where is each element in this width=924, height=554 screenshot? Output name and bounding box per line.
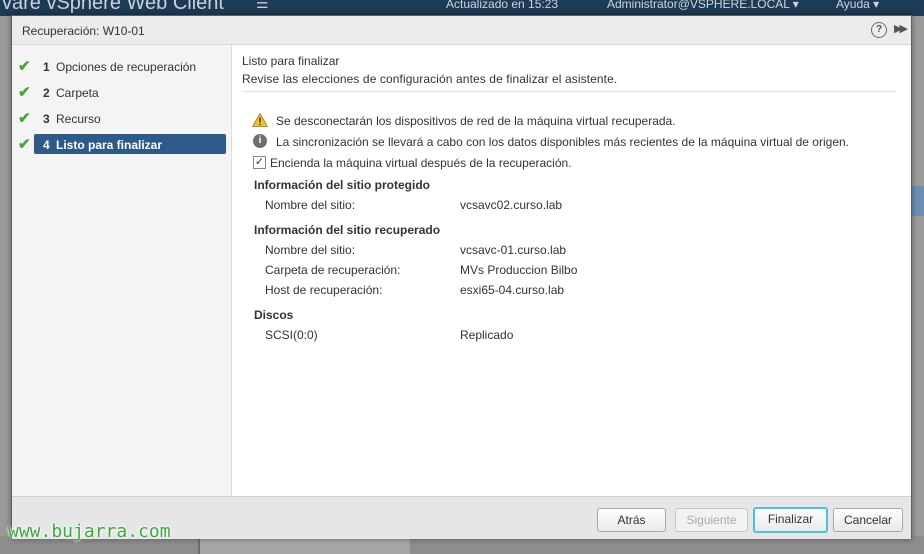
check-icon: ✔ <box>18 84 31 101</box>
power-on-label: Encienda la máquina virtual después de l… <box>270 156 572 170</box>
disk-value: Replicado <box>460 328 514 342</box>
disks-heading: Discos <box>254 308 294 322</box>
divider <box>242 91 896 92</box>
disk-label: SCSI(0:0) <box>265 328 318 342</box>
recovery-host-value: esxi65-04.curso.lab <box>460 283 565 297</box>
recovery-dialog: Recuperación: W10-01 ? ▶▶ ✔ 1 Opciones d… <box>11 15 912 539</box>
check-icon: ✔ <box>18 136 31 153</box>
step-folder[interactable]: ✔ 2 Carpeta <box>12 82 231 102</box>
dialog-titlebar: Recuperación: W10-01 ? ▶▶ <box>12 16 911 45</box>
step-number: 1 <box>43 60 50 74</box>
updated-status: Actualizado en 15:23 <box>446 0 559 11</box>
recovery-folder-label: Carpeta de recuperación: <box>265 263 401 277</box>
recovery-site-heading: Información del sitio recuperado <box>254 223 441 237</box>
warning-icon <box>252 113 268 127</box>
dialog-title: Recuperación: W10-01 <box>22 24 145 38</box>
step-ready-to-complete[interactable]: ✔ 4 Listo para finalizar <box>12 134 231 154</box>
summary-panel: Listo para finalizar Revise las eleccion… <box>232 45 911 496</box>
back-button[interactable]: Atrás <box>597 508 666 532</box>
step-number: 2 <box>43 86 50 100</box>
app-brand: vare vSphere Web Client <box>2 0 224 14</box>
recovery-folder-value: MVs Produccion Bilbo <box>460 263 578 277</box>
cancel-button[interactable]: Cancelar <box>833 508 903 532</box>
info-icon: i <box>253 134 267 148</box>
next-button[interactable]: Siguiente <box>675 508 748 532</box>
recovery-site-name-label: Nombre del sitio: <box>265 243 356 257</box>
menu-icon: ☰ <box>256 0 269 11</box>
protected-site-name-value: vcsavc02.curso.lab <box>460 198 563 212</box>
power-on-checkbox[interactable]: ✓ <box>253 156 266 169</box>
step-resource[interactable]: ✔ 3 Recurso <box>12 108 231 128</box>
user-menu: Administrator@VSPHERE.LOCAL ▾ <box>607 0 799 11</box>
check-icon: ✔ <box>18 110 31 127</box>
warning-text: Se desconectarán los dispositivos de red… <box>276 114 676 128</box>
protected-site-name-label: Nombre del sitio: <box>265 198 356 212</box>
step-label: Opciones de recuperación <box>56 60 197 74</box>
step-label: Carpeta <box>56 86 99 100</box>
page-title: Listo para finalizar <box>242 54 340 68</box>
step-recovery-options[interactable]: ✔ 1 Opciones de recuperación <box>12 56 231 76</box>
watermark: www.bujarra.com <box>8 521 171 542</box>
step-label: Listo para finalizar <box>56 138 163 152</box>
help-menu: Ayuda ▾ <box>836 0 880 11</box>
finish-button[interactable]: Finalizar <box>753 507 828 533</box>
step-number: 3 <box>43 112 50 126</box>
step-number: 4 <box>43 138 50 152</box>
recovery-site-name-value: vcsavc-01.curso.lab <box>460 243 567 257</box>
step-label: Recurso <box>56 112 101 126</box>
app-header: vare vSphere Web Client ☰ Actualizado en… <box>0 0 924 16</box>
info-text: La sincronización se llevará a cabo con … <box>276 135 849 149</box>
check-icon: ✔ <box>18 58 31 75</box>
wizard-steps: ✔ 1 Opciones de recuperación ✔ 2 Carpeta… <box>12 45 232 496</box>
expand-icon[interactable]: ▶▶ <box>894 22 908 35</box>
help-icon[interactable]: ? <box>871 22 887 38</box>
protected-site-heading: Información del sitio protegido <box>254 178 431 192</box>
page-subtitle: Revise las elecciones de configuración a… <box>242 72 618 86</box>
recovery-host-label: Host de recuperación: <box>265 283 383 297</box>
background-right-panel <box>912 16 924 554</box>
